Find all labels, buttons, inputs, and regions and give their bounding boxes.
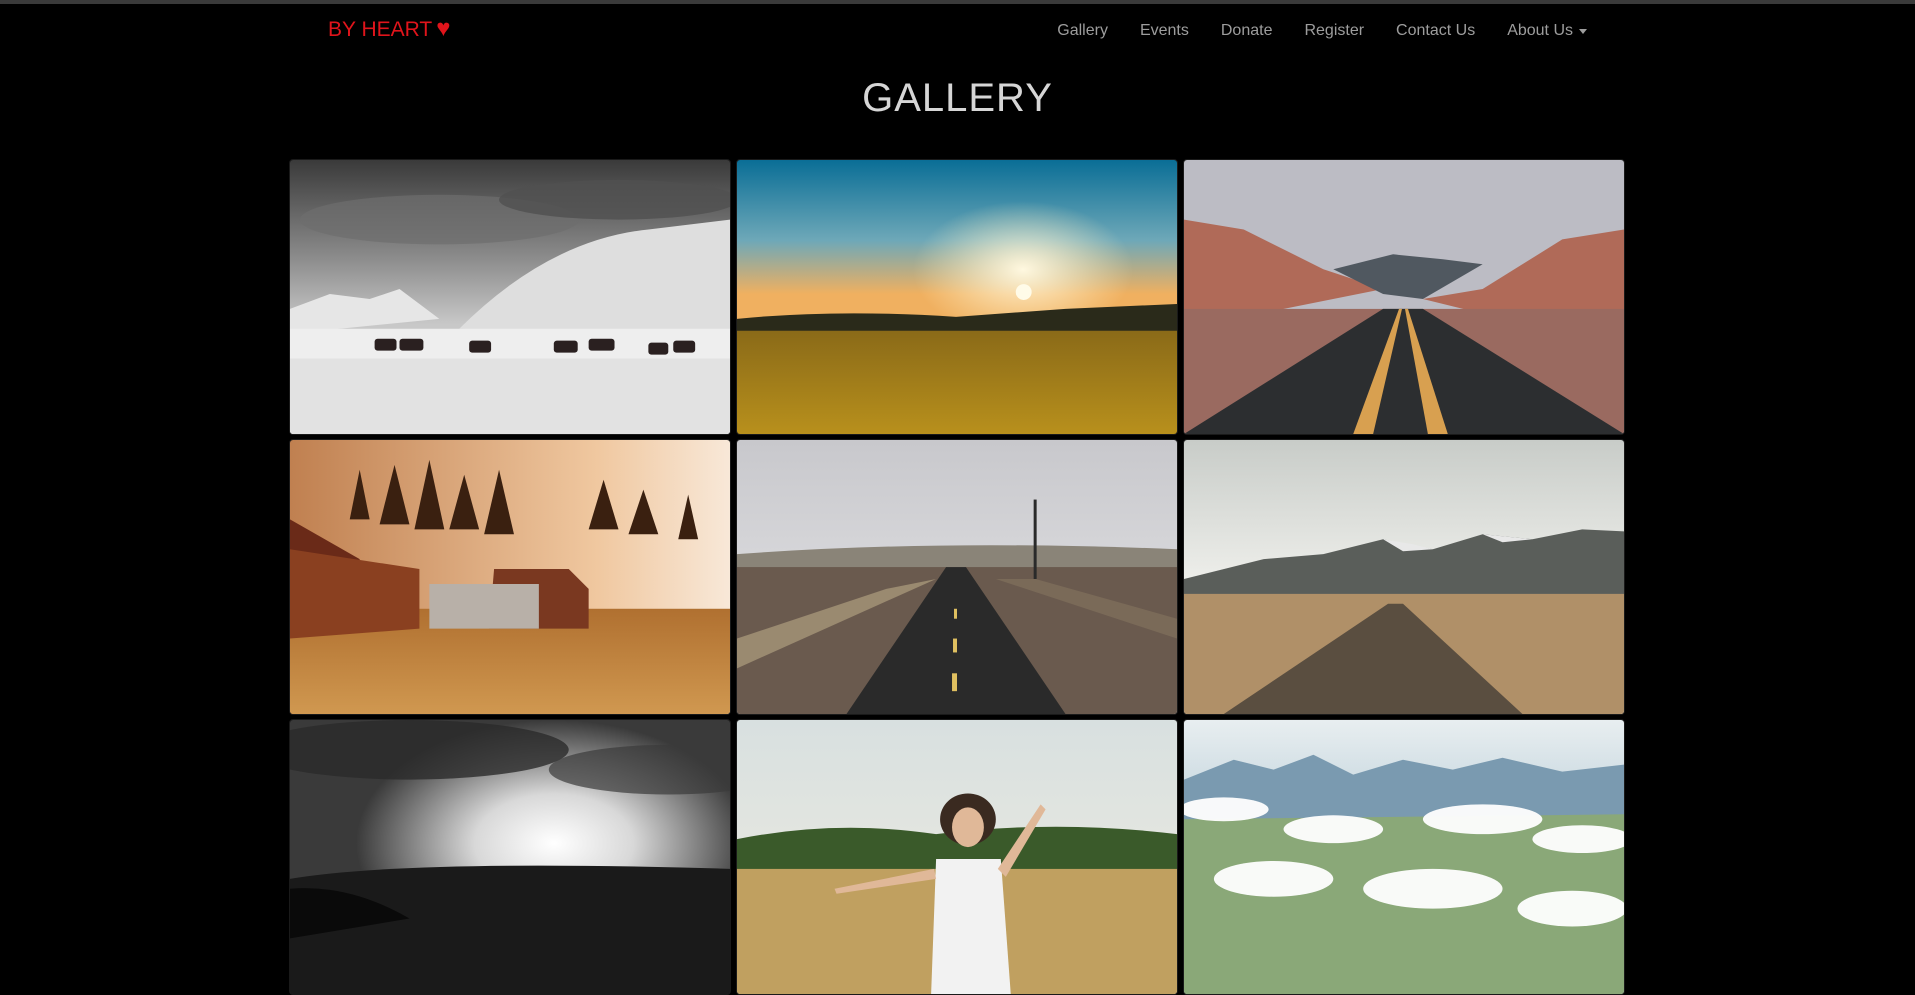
nav-item-label: About Us (1507, 22, 1573, 39)
gallery-image-desert-road[interactable] (1183, 159, 1625, 435)
nav-item-contact-us[interactable]: Contact Us (1380, 22, 1491, 40)
mountain-road-image (1184, 440, 1624, 714)
horses-snow-image (290, 160, 730, 434)
gallery-image-horses-in-snow[interactable] (289, 159, 731, 435)
gallery-image-countryside-road[interactable] (736, 439, 1178, 715)
gallery-image-girl-in-field[interactable] (736, 719, 1178, 995)
countryside-road-image (737, 440, 1177, 714)
monochrome-landscape-image (290, 720, 730, 994)
girl-field-image (737, 720, 1177, 994)
barn-sunset-image (290, 440, 730, 714)
nav-item-events[interactable]: Events (1124, 22, 1205, 40)
brand-logo-link[interactable]: BY HEART ♥ (328, 15, 451, 42)
caret-down-icon (1579, 28, 1587, 34)
desert-road-image (1184, 160, 1624, 434)
gallery-image-monochrome-sun-landscape[interactable] (289, 719, 731, 995)
sunset-field-image (737, 160, 1177, 434)
nav-item-register[interactable]: Register (1288, 22, 1380, 40)
nav-item-about-us[interactable]: About Us (1491, 22, 1587, 40)
heart-icon: ♥ (436, 15, 451, 42)
nav-item-label: Contact Us (1396, 22, 1476, 39)
nav-item-label: Gallery (1057, 22, 1108, 39)
nav-item-gallery[interactable]: Gallery (1041, 22, 1124, 40)
nav-item-label: Donate (1220, 22, 1273, 39)
gallery-image-mountain-gravel-road[interactable] (1183, 439, 1625, 715)
nav-item-donate[interactable]: Donate (1205, 22, 1289, 40)
navbar: BY HEART ♥ Gallery Events Donate Registe… (0, 4, 1915, 60)
gallery-image-sunset-wheat-field[interactable] (736, 159, 1178, 435)
mountains-clouds-image (1184, 720, 1624, 994)
nav-item-label: Register (1304, 22, 1365, 39)
gallery-image-barn-at-sunset[interactable] (289, 439, 731, 715)
page-title: GALLERY (862, 76, 1053, 120)
gallery-image-mountains-above-clouds[interactable] (1183, 719, 1625, 995)
nav-item-label: Events (1139, 22, 1189, 39)
nav-menu: Gallery Events Donate Register Contact U… (1041, 22, 1587, 40)
gallery-grid (289, 159, 1626, 995)
brand-text: BY HEART (328, 18, 433, 41)
